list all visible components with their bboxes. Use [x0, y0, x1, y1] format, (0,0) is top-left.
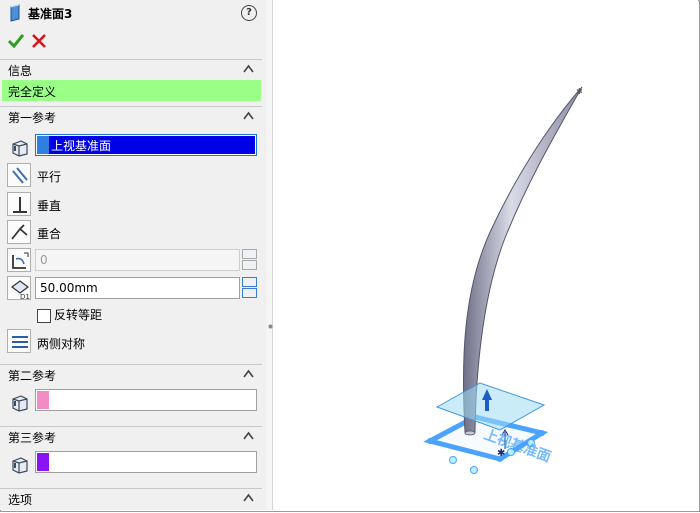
second-reference-selection-box[interactable] — [35, 389, 257, 411]
confirm-checkmark-icon[interactable] — [8, 33, 24, 49]
coincident-icon — [11, 224, 28, 240]
mid-plane-button[interactable] — [7, 329, 31, 353]
offset-distance-button[interactable]: D1 — [7, 276, 31, 301]
mid-plane-label: 两侧对称 — [37, 337, 86, 351]
chevron-up-icon[interactable] — [243, 431, 254, 441]
spin-up-icon[interactable] — [242, 277, 257, 287]
selection-color-swatch — [37, 391, 49, 409]
angle-button[interactable] — [7, 248, 31, 272]
offset-distance-spinner[interactable] — [242, 277, 257, 299]
section-label: 第二参考 — [8, 369, 57, 383]
section-header-second-reference[interactable]: 第二参考 — [0, 364, 262, 385]
feature-title: 基准面3 — [8, 4, 72, 22]
status-bar: 完全定义 — [2, 80, 261, 101]
angle-icon — [12, 252, 29, 269]
selection-text: 上视基准面 — [51, 139, 112, 153]
offset-distance-icon: D1 — [11, 280, 30, 301]
property-manager: 基准面3 ? 信息 完全定义 第一参考 上视基准面 平行 垂直 重合 0 D1 … — [0, 0, 267, 510]
chevron-up-icon[interactable] — [243, 493, 254, 503]
chevron-up-icon[interactable] — [243, 111, 254, 121]
selection-color-swatch — [37, 453, 49, 471]
flip-offset-checkbox[interactable] — [37, 309, 51, 323]
angle-value: 0 — [40, 253, 48, 267]
offset-plane-preview[interactable] — [435, 382, 546, 431]
model-canvas[interactable]: ✱ ✱ 上视基准面 — [273, 0, 698, 510]
status-text: 完全定义 — [8, 85, 57, 99]
plane-feature-icon — [10, 4, 20, 22]
perpendicular-label: 垂直 — [37, 199, 62, 213]
chevron-up-icon[interactable] — [243, 369, 254, 379]
svg-text:D1: D1 — [20, 293, 30, 301]
section-label: 第一参考 — [8, 111, 57, 125]
third-reference-selection-box[interactable] — [35, 451, 257, 473]
panel-splitter[interactable] — [266, 0, 273, 510]
reference-cube-icon — [12, 395, 28, 412]
spin-down-icon[interactable] — [242, 260, 257, 270]
section-label: 信息 — [8, 64, 33, 78]
reference-cube-icon — [12, 457, 28, 474]
offset-distance-input[interactable]: 50.00mm — [35, 277, 240, 299]
section-header-first-reference[interactable]: 第一参考 — [0, 106, 262, 127]
first-reference-selection-box[interactable]: 上视基准面 — [35, 134, 257, 156]
flip-offset-label: 反转等距 — [54, 308, 103, 322]
offset-distance-value: 50.00mm — [40, 281, 98, 295]
section-header-options[interactable]: 选项 — [0, 488, 262, 509]
parallel-icon — [12, 167, 28, 184]
horn-body[interactable] — [462, 86, 583, 433]
selection-color-swatch — [37, 136, 49, 154]
section-label: 第三参考 — [8, 431, 57, 445]
reference-cube-icon — [12, 140, 28, 157]
feature-title-text: 基准面3 — [28, 6, 73, 21]
graphics-viewport[interactable]: ✱ ✱ 上视基准面 — [273, 0, 698, 510]
perpendicular-button[interactable] — [7, 192, 31, 216]
mid-plane-icon — [12, 336, 28, 348]
parallel-button[interactable] — [7, 163, 31, 187]
tip-marker-icon: ✱ — [576, 87, 583, 96]
coincident-button[interactable] — [7, 220, 31, 244]
spin-down-icon[interactable] — [242, 288, 257, 298]
cancel-x-icon[interactable] — [31, 33, 47, 49]
section-header-third-reference[interactable]: 第三参考 — [0, 426, 262, 447]
angle-input[interactable]: 0 — [35, 249, 240, 271]
section-header-info[interactable]: 信息 — [0, 59, 262, 80]
parallel-label: 平行 — [37, 170, 62, 184]
help-icon[interactable]: ? — [241, 5, 257, 21]
coincident-label: 重合 — [37, 227, 62, 241]
spin-up-icon[interactable] — [242, 249, 257, 259]
section-label: 选项 — [8, 493, 33, 507]
angle-spinner[interactable] — [242, 249, 257, 271]
chevron-up-icon[interactable] — [243, 64, 254, 74]
perpendicular-icon — [13, 197, 27, 213]
